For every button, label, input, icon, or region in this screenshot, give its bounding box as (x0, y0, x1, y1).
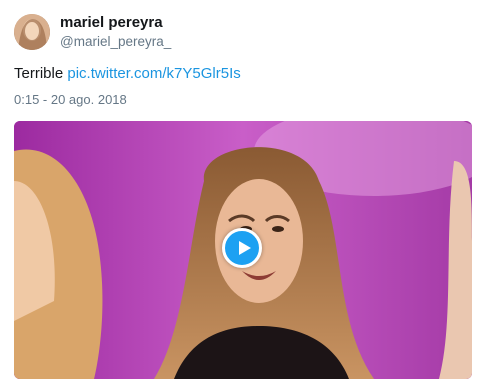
media-link[interactable]: pic.twitter.com/k7Y5Glr5Is (67, 65, 240, 82)
avatar[interactable] (14, 14, 50, 50)
tweet-text: Terrible pic.twitter.com/k7Y5Glr5Is (14, 65, 241, 82)
display-name[interactable]: mariel pereyra (60, 14, 163, 31)
play-button[interactable] (222, 228, 262, 268)
avatar-image (14, 14, 50, 50)
timestamp[interactable]: 0:15 - 20 ago. 2018 (14, 92, 127, 107)
username-handle[interactable]: @mariel_pereyra_ (60, 34, 171, 49)
tweet-card: mariel pereyra @mariel_pereyra_ Terrible… (0, 0, 485, 385)
tweet-body: Terrible (14, 65, 64, 82)
play-icon (239, 241, 251, 255)
